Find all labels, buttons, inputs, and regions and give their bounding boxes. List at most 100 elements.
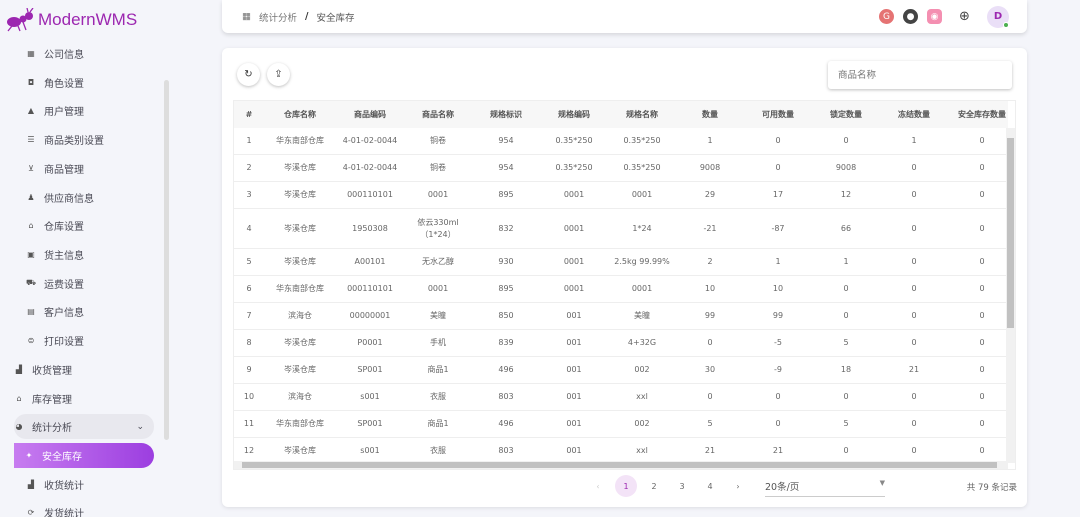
table-row[interactable]: 8 岑溪仓库 P0001 手机 839 001 4+32G 0 -5 5 0 0 — [234, 330, 1008, 357]
sidebar-item-stats_children-2[interactable]: ⟳ 发货统计 — [14, 500, 154, 517]
sidebar-item-groups-2[interactable]: ◕ 统计分析 ⌄ — [14, 414, 154, 440]
table-row[interactable]: 10 滨海仓 s001 衣服 803 001 xxl 0 0 0 0 0 — [234, 384, 1008, 411]
sidebar-item-children_top-0[interactable]: ▦ 公司信息 — [14, 41, 154, 66]
table-cell: 0 — [911, 419, 917, 428]
table-cell: P0001 — [357, 338, 383, 347]
column-header[interactable]: 安全库存数量 — [948, 109, 1015, 121]
sidebar-item-children_top-10[interactable]: ⊜ 打印设置 — [14, 328, 154, 353]
sidebar-item-children_top-5[interactable]: ♟ 供应商信息 — [14, 185, 154, 210]
vertical-scrollbar[interactable] — [1006, 128, 1015, 463]
column-header[interactable]: 规格标识 — [472, 109, 540, 121]
table-row[interactable]: 6 华东南部仓库 000110101 0001 895 0001 0001 10 10 0 0 0 — [234, 276, 1008, 303]
table-cell: 滨海仓 — [288, 311, 312, 320]
column-header[interactable]: 商品名称 — [404, 109, 472, 121]
table-cell: 0 — [911, 311, 917, 320]
language-globe-icon[interactable]: ⊕ — [957, 9, 972, 24]
table-row[interactable]: 4 岑溪仓库 1950308 依云330ml（1*24） 832 0001 1*24 -21 -… — [234, 209, 1008, 249]
sidebar-item-label: 客户信息 — [44, 308, 84, 320]
table-cell: s001 — [360, 446, 380, 455]
sidebar-item-label: 收货管理 — [32, 366, 72, 377]
sidebar-item-children_top-8[interactable]: ⛟ 运费设置 — [14, 271, 154, 296]
table-row[interactable]: 9 岑溪仓库 SP001 商品1 496 001 002 30 -9 18 21 0 — [234, 357, 1008, 384]
logo[interactable]: ModernWMS — [6, 8, 137, 32]
table-cell: 99 — [704, 311, 716, 320]
top-header: ▦ 统计分析 / 安全库存 G ● ◉ ⊕ D — [222, 0, 1027, 33]
gitee-icon[interactable]: G — [879, 9, 894, 24]
column-header[interactable]: 数量 — [676, 109, 744, 121]
table-row[interactable]: 1 华东南部仓库 4-01-02-0044 铜卷 954 0.35*250 0.35*250… — [234, 128, 1008, 155]
table-cell: 832 — [498, 223, 514, 233]
safety-stock-table: # 仓库名称 商品编码 商品名称 规格标识 规格编码 规格名称 数量 可用数量 锁定数量 冻结数量安… — [233, 100, 1016, 470]
table-row[interactable]: 5 岑溪仓库 A00101 无水乙醇 930 0001 2.5kg 99.99% 2 1 1 0 0 — [234, 249, 1008, 276]
page-button-3[interactable]: 3 — [671, 475, 693, 497]
table-cell: 1950308 — [352, 223, 388, 233]
table-cell: 1 — [843, 257, 849, 266]
table-cell: 954 — [498, 163, 514, 172]
sidebar-item-children_top-7[interactable]: ▣ 货主信息 — [14, 242, 154, 267]
github-icon[interactable]: ● — [903, 9, 918, 24]
column-header[interactable]: 商品编码 — [336, 109, 404, 121]
column-header[interactable]: 规格编码 — [540, 109, 608, 121]
table-cell: 18 — [840, 365, 852, 374]
sidebar-item-label: 商品类别设置 — [44, 136, 104, 148]
table-header: # 仓库名称 商品编码 商品名称 规格标识 规格编码 规格名称 数量 可用数量 锁定数量 冻结数量安… — [234, 101, 1008, 128]
user-avatar[interactable]: D — [987, 5, 1009, 28]
cart-icon: ⊻ — [28, 163, 34, 173]
table-cell: -9 — [774, 365, 782, 374]
sidebar-item-children_top-1[interactable]: ◘ 角色设置 — [14, 70, 154, 95]
table-cell: 5 — [246, 257, 252, 266]
horizontal-scrollbar[interactable] — [234, 461, 1008, 469]
table-cell: 岑溪仓库 — [284, 190, 316, 199]
sidebar-item-children_top-2[interactable]: ▲ 用户管理 — [14, 98, 154, 123]
page-size-select[interactable]: 20条/页 ▼ — [765, 476, 885, 497]
page-button-1[interactable]: 1 — [615, 475, 637, 497]
chevron-down-icon[interactable]: ⌄ — [136, 422, 144, 432]
prev-page-button[interactable]: ‹ — [587, 475, 609, 497]
sidebar-item-children_top-9[interactable]: ▤ 客户信息 — [14, 299, 154, 324]
sidebar-item-label: 货主信息 — [44, 250, 84, 262]
column-header[interactable]: 冻结数量 — [880, 109, 948, 121]
table-cell: 岑溪仓库 — [284, 163, 316, 172]
column-header[interactable]: # — [234, 109, 264, 121]
sidebar-item-label: 安全库存 — [42, 452, 82, 463]
table-cell: 1 — [911, 136, 917, 145]
table-cell: 0 — [775, 419, 781, 428]
table-cell: 21 — [908, 365, 920, 374]
sidebar-item-label: 运费设置 — [44, 279, 84, 291]
sidebar-scrollbar[interactable] — [164, 80, 169, 440]
column-header[interactable]: 规格名称 — [608, 109, 676, 121]
docs-icon[interactable]: ◉ — [927, 9, 942, 24]
sidebar-item-children_top-3[interactable]: ☰ 商品类别设置 — [14, 127, 154, 152]
page-button-4[interactable]: 4 — [699, 475, 721, 497]
table-row[interactable]: 2 岑溪仓库 4-01-02-0044 铜卷 954 0.35*250 0.35*250 90… — [234, 155, 1008, 182]
table-cell: 29 — [704, 190, 716, 199]
table-cell: 衣服 — [430, 392, 446, 401]
next-page-button[interactable]: › — [727, 475, 749, 497]
table-row[interactable]: 3 岑溪仓库 000110101 0001 895 0001 0001 29 17 12 0 0 — [234, 182, 1008, 209]
table-cell: 0 — [911, 163, 917, 172]
table-cell: 002 — [634, 365, 650, 374]
sidebar-item-children_top-4[interactable]: ⊻ 商品管理 — [14, 156, 154, 181]
sidebar-item-groups-1[interactable]: ⌂ 库存管理 — [14, 386, 154, 411]
table-cell: 0 — [843, 311, 849, 320]
column-header[interactable]: 可用数量 — [744, 109, 812, 121]
table-cell: 0 — [707, 338, 713, 347]
breadcrumb-parent[interactable]: 统计分析 — [259, 10, 297, 24]
refresh-button[interactable]: ↻ — [237, 63, 260, 86]
table-row[interactable]: 11 华东南部仓库 SP001 商品1 496 001 002 5 0 5 0 0 — [234, 411, 1008, 438]
table-cell: 0 — [843, 392, 849, 401]
sidebar-item-stats_children-0[interactable]: ✦ 安全库存 — [14, 443, 154, 468]
sidebar-item-children_top-6[interactable]: ⌂ 仓库设置 — [14, 213, 154, 238]
page-button-2[interactable]: 2 — [643, 475, 665, 497]
column-header[interactable]: 锁定数量 — [812, 109, 880, 121]
table-cell: 5 — [843, 338, 849, 347]
export-button[interactable]: ⇪ — [267, 63, 290, 86]
table-cell: 001 — [566, 419, 582, 428]
sidebar-item-stats_children-1[interactable]: ▟ 收货统计 — [14, 472, 154, 497]
sidebar-item-groups-0[interactable]: ▟ 收货管理 — [14, 357, 154, 382]
table-cell: 0.35*250 — [623, 136, 661, 145]
product-name-search-input[interactable] — [828, 61, 1012, 89]
table-row[interactable]: 7 滨海仓 00000001 美瞳 850 001 美瞳 99 99 0 0 0 — [234, 303, 1008, 330]
column-header[interactable]: 仓库名称 — [264, 109, 336, 121]
table-cell: 4+32G — [627, 338, 657, 347]
